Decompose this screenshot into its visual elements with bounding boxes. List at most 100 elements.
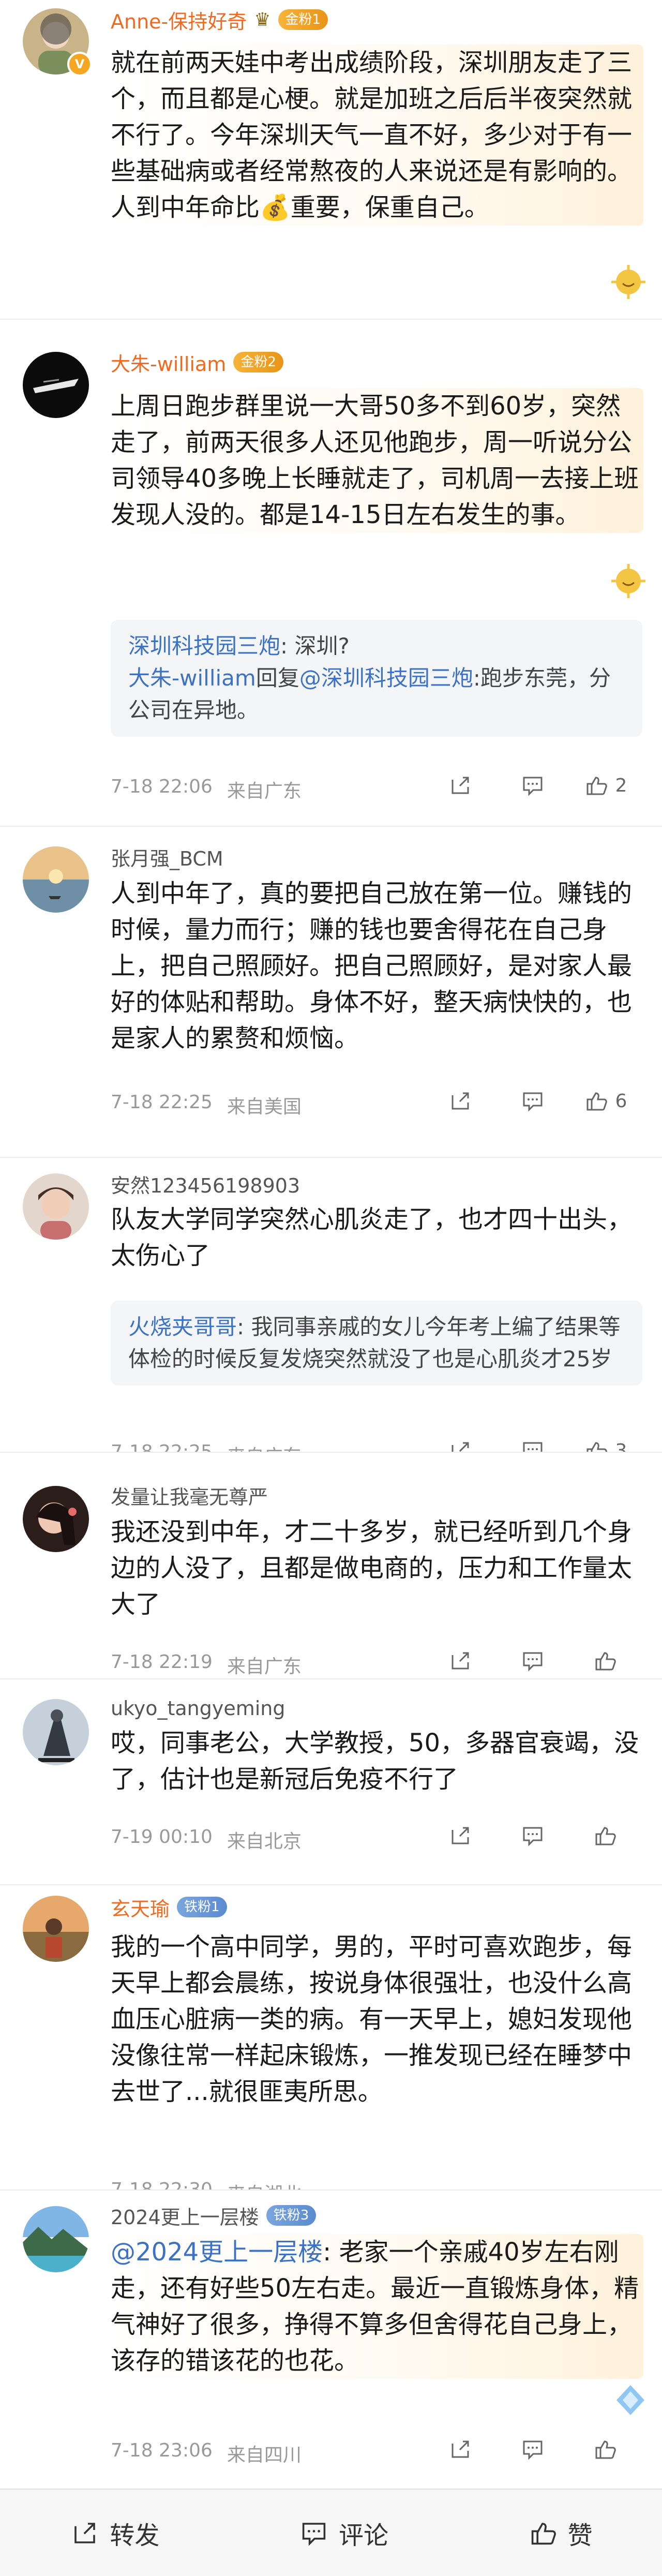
avatar[interactable] — [23, 1896, 89, 1962]
username[interactable]: ukyo_tangyeming — [111, 1697, 285, 1720]
comment-icon — [523, 1827, 543, 1847]
reply-verb: 回复 — [255, 665, 299, 691]
reply-separator: : — [237, 1314, 251, 1339]
comment-icon — [523, 2440, 543, 2460]
comment-button[interactable] — [496, 1645, 569, 1676]
username[interactable]: 安然123456198903 — [111, 1170, 300, 1198]
comment-meta: 7-18 23:06 来自四川 — [111, 2440, 302, 2467]
thumb-up-icon — [595, 2440, 616, 2459]
reply-separator: : — [473, 665, 481, 691]
comment-button[interactable] — [496, 2434, 569, 2465]
username[interactable]: Anne-保持好奇 — [111, 6, 247, 34]
comment-item: V Anne-保持好奇 ♛ 金粉1 就在前两天娃中考出成绩阶段，深圳朋友走了三个… — [0, 0, 662, 320]
fan-badge: 铁粉1 — [177, 1897, 227, 1917]
avatar[interactable] — [23, 352, 89, 418]
username[interactable]: 张月强_BCM — [111, 843, 223, 871]
repost-button[interactable]: 转发 — [69, 2515, 159, 2551]
share-button[interactable] — [424, 1085, 496, 1116]
comment-header: Anne-保持好奇 ♛ 金粉1 — [111, 4, 328, 35]
like-button[interactable] — [569, 1645, 641, 1676]
comment-text: 我还没到中年，才二十多岁，就已经听到几个身边的人没了，且都是做电商的，压力和工作… — [111, 1517, 633, 1619]
comment-item: ukyo_tangyeming 哎，同事老公，大学教授，50，多器官衰竭，没了，… — [0, 1679, 662, 1885]
comment-header: 2024更上一层楼 铁粉3 — [111, 2200, 317, 2231]
avatar[interactable] — [23, 846, 89, 913]
reply-line: 大朱-william回复@深圳科技园三炮:跑步东莞，分公司在异地。 — [128, 662, 625, 726]
share-icon — [452, 2440, 469, 2458]
action-row: 6 — [424, 1085, 641, 1116]
reply-mention[interactable]: @深圳科技园三炮 — [299, 665, 473, 691]
comment-item: 张月强_BCM 人到中年了，真的要把自己放在第一位。赚钱的时候，量力而行；赚的钱… — [0, 827, 662, 1158]
thumb-up-icon — [595, 1827, 616, 1845]
comment-icon — [523, 1442, 543, 1452]
like-button[interactable] — [569, 1820, 641, 1851]
avatar[interactable] — [23, 1699, 89, 1765]
action-row: 2 — [424, 770, 641, 801]
share-button[interactable] — [424, 1645, 496, 1676]
comment-meta: 7-19 00:10 来自北京 — [111, 1826, 302, 1853]
like-label: 赞 — [567, 2521, 593, 2550]
share-button[interactable] — [424, 1820, 496, 1851]
reply-author[interactable]: 大朱-william — [128, 665, 256, 691]
like-button[interactable]: 赞 — [528, 2515, 593, 2551]
avatar[interactable] — [23, 1173, 89, 1240]
comment-header: ukyo_tangyeming — [111, 1693, 285, 1724]
reply-separator: : — [280, 633, 295, 659]
location: 来自湖北 — [227, 2179, 302, 2190]
comment-icon — [523, 777, 543, 796]
like-button[interactable]: 3 — [569, 1435, 641, 1452]
timestamp: 7-18 22:25 — [111, 1092, 213, 1113]
username[interactable]: 大朱-william — [111, 348, 226, 377]
share-button[interactable] — [424, 1435, 496, 1452]
share-button[interactable] — [424, 770, 496, 801]
username[interactable]: 发量让我毫无尊严 — [111, 1481, 268, 1510]
comment-meta: 7-18 22:25 来自美国 — [111, 1092, 302, 1119]
comment-button[interactable] — [496, 1820, 569, 1851]
comment-text: 就在前两天娃中考出成绩阶段，深圳朋友走了三个，而且都是心梗。就是加班之后后半夜突… — [111, 44, 643, 226]
comment-button[interactable]: 评论 — [298, 2515, 388, 2551]
reply-line: 深圳科技园三炮: 深圳? — [128, 630, 625, 662]
like-count: 2 — [615, 775, 627, 796]
share-icon — [74, 2522, 96, 2543]
like-button[interactable]: 2 — [569, 770, 641, 801]
comment-text: 人到中年了，真的要把自己放在第一位。赚钱的时候，量力而行；赚的钱也要舍得花在自己… — [111, 879, 633, 1053]
reply-box[interactable]: 火烧夹哥哥: 我同事亲戚的女儿今年考上编了结果等体检的时候反复发烧突然就没了也是… — [111, 1301, 642, 1386]
comment-item: 大朱-william 金粉2 上周日跑步群里说一大哥50多不到60岁，突然走了，… — [0, 320, 662, 827]
action-row — [424, 2434, 641, 2465]
comment-header: 张月强_BCM — [111, 841, 223, 872]
location: 来自广东 — [227, 1441, 302, 1452]
like-count: 6 — [615, 1090, 627, 1112]
fan-badge: 铁粉3 — [266, 2205, 317, 2226]
comment-meta: 7-18 22:06 来自广东 — [111, 776, 302, 803]
fan-badge: 金粉2 — [233, 352, 283, 373]
fan-badge: 金粉1 — [278, 9, 328, 30]
username[interactable]: 玄天瑜 — [111, 1893, 170, 1922]
reply-box[interactable]: 深圳科技园三炮: 深圳? 大朱-william回复@深圳科技园三炮:跑步东莞，分… — [111, 620, 642, 737]
action-row — [424, 1820, 641, 1851]
share-button[interactable] — [424, 2434, 496, 2465]
like-button[interactable] — [569, 2434, 641, 2465]
like-button[interactable]: 6 — [569, 1085, 641, 1116]
username[interactable]: 2024更上一层楼 — [111, 2201, 259, 2230]
location: 来自广东 — [227, 781, 302, 802]
comment-button[interactable] — [496, 1435, 569, 1452]
timestamp: 7-18 22:06 — [111, 776, 213, 797]
share-icon — [452, 1092, 469, 1110]
mention-link[interactable]: @2024更上一层楼 — [111, 2238, 323, 2267]
location: 来自广东 — [227, 1656, 302, 1677]
reply-line: 火烧夹哥哥: 我同事亲戚的女儿今年考上编了结果等体检的时候反复发烧突然就没了也是… — [128, 1311, 625, 1375]
comment-button[interactable] — [496, 770, 569, 801]
thumb-up-icon — [586, 1092, 607, 1111]
reply-author[interactable]: 火烧夹哥哥 — [128, 1314, 237, 1339]
share-icon — [452, 777, 469, 794]
thumb-up-icon — [586, 1442, 607, 1452]
comment-header: 发量让我毫无尊严 — [111, 1480, 268, 1511]
avatar[interactable] — [23, 1486, 89, 1552]
timestamp: 7-18 22:25 — [111, 1441, 213, 1453]
share-icon — [452, 1827, 469, 1844]
comment-icon — [523, 1652, 543, 1672]
comment-meta: 7-18 22:25 来自广东 — [111, 1441, 302, 1453]
comment-meta: 7-18 22:30 来自湖北 — [111, 2179, 302, 2190]
avatar[interactable] — [23, 2206, 89, 2272]
reply-author[interactable]: 深圳科技园三炮 — [128, 633, 280, 659]
comment-button[interactable] — [496, 1085, 569, 1116]
